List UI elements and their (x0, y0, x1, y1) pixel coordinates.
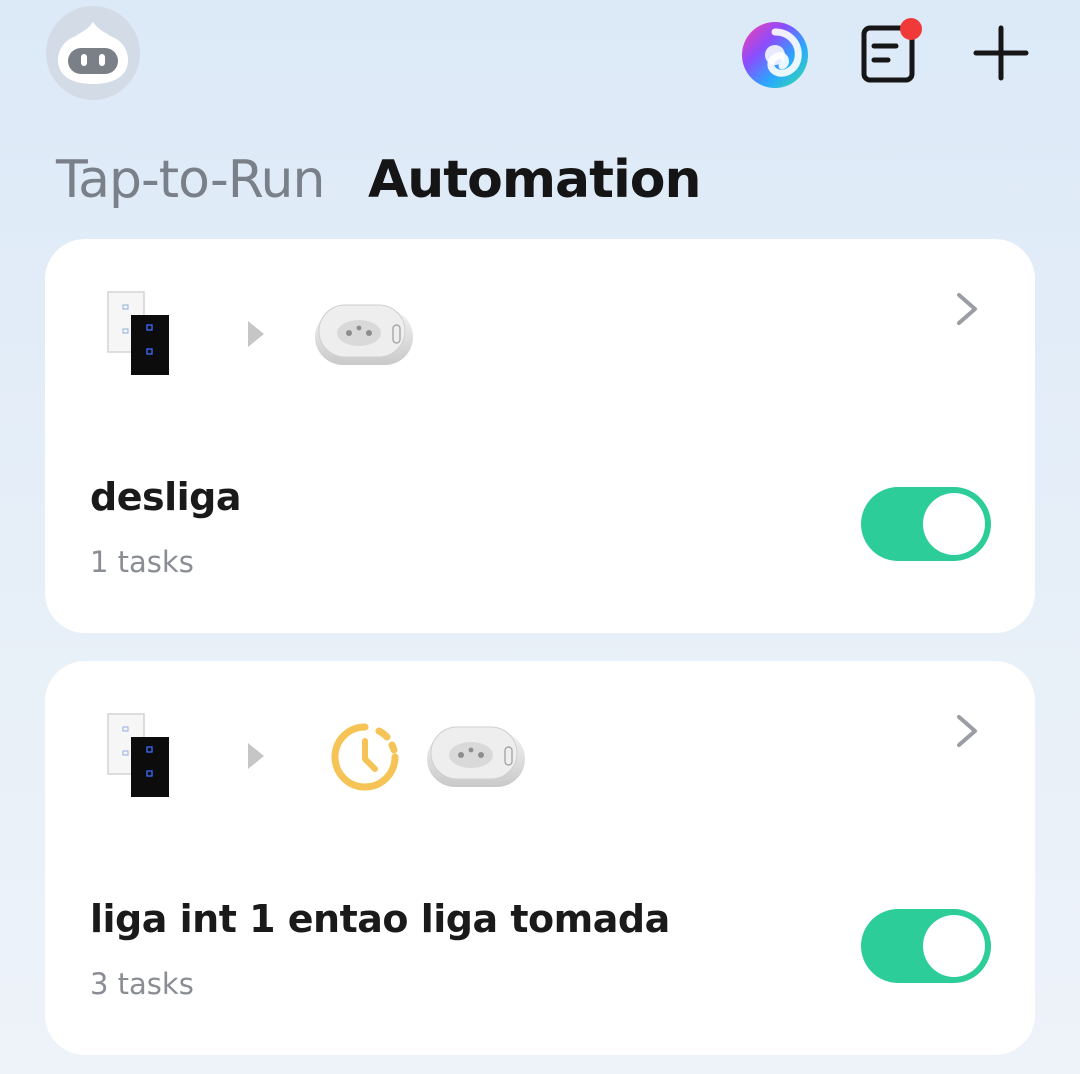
smart-plug-icon (315, 304, 413, 365)
delay-timer-icon (331, 723, 399, 791)
smart-plug-icon (427, 726, 525, 787)
log-document-icon[interactable] (858, 18, 924, 84)
wall-switch-icon (107, 291, 169, 375)
automation-enable-toggle[interactable] (861, 487, 991, 561)
automation-title: desliga (90, 475, 242, 519)
automation-task-count: 3 tasks (90, 967, 194, 1001)
chevron-right-icon[interactable] (949, 711, 985, 751)
wall-switch-icon (107, 713, 169, 797)
arrow-right-icon (248, 321, 264, 347)
automation-enable-toggle[interactable] (861, 909, 991, 983)
tab-tap-to-run[interactable]: Tap-to-Run (56, 150, 325, 210)
arrow-right-icon (248, 743, 264, 769)
automation-card[interactable]: liga int 1 entao liga tomada 3 tasks (45, 661, 1035, 1055)
toggle-knob (923, 493, 985, 555)
robot-avatar-icon[interactable] (46, 6, 140, 100)
automation-title: liga int 1 entao liga tomada (90, 897, 670, 941)
toggle-knob (923, 915, 985, 977)
ai-assistant-swirl-icon[interactable] (740, 20, 810, 90)
tab-automation[interactable]: Automation (368, 150, 702, 210)
automation-task-count: 1 tasks (90, 545, 194, 579)
automation-card[interactable]: desliga 1 tasks (45, 239, 1035, 633)
chevron-right-icon[interactable] (949, 289, 985, 329)
plus-icon[interactable] (970, 22, 1032, 84)
notification-dot (900, 18, 922, 40)
